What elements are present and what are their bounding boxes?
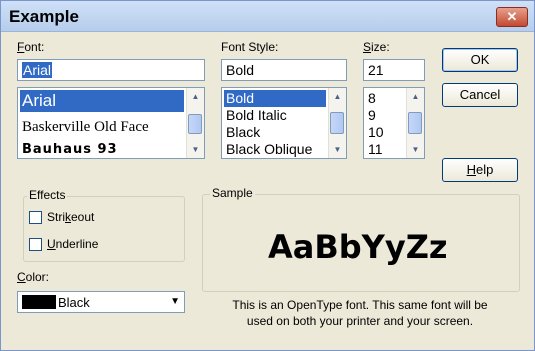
color-value: Black [58, 295, 90, 310]
strikeout-label[interactable]: Strikeout [47, 210, 94, 224]
font-style-list[interactable]: Bold Bold Italic Black Black Oblique ▲ ▼ [221, 87, 347, 159]
effects-title: Effects [27, 188, 68, 202]
list-item[interactable]: Bold [224, 90, 326, 107]
font-dialog: Example ✕ Font: Arial Arial Baskerville … [0, 0, 535, 351]
underline-checkbox[interactable] [29, 238, 42, 251]
color-label: Color: [17, 270, 50, 284]
size-label: Size: [363, 40, 390, 54]
list-item[interactable]: Bauhaus 93 [20, 140, 184, 158]
font-description: This is an OpenType font. This same font… [232, 298, 488, 328]
font-style-list-scrollbar[interactable]: ▲ ▼ [328, 88, 346, 158]
sample-title: Sample [210, 186, 255, 200]
sample-preview: AaBbYyZz [268, 228, 448, 266]
font-input[interactable]: Arial [17, 59, 205, 81]
list-item[interactable]: Black Oblique [224, 141, 326, 158]
scroll-up-icon[interactable]: ▲ [407, 88, 424, 105]
dialog-title: Example [9, 7, 79, 26]
cancel-button[interactable]: Cancel [442, 83, 518, 107]
strikeout-checkbox[interactable] [29, 211, 42, 224]
color-select[interactable]: Black ▼ [17, 291, 185, 313]
size-list[interactable]: 8 9 10 11 ▲ ▼ [363, 87, 425, 159]
list-item[interactable]: Bold Italic [224, 107, 326, 124]
scroll-thumb[interactable] [188, 114, 202, 134]
chevron-down-icon[interactable]: ▼ [170, 296, 180, 307]
size-input[interactable]: 21 [363, 59, 425, 81]
scroll-up-icon[interactable]: ▲ [187, 88, 204, 105]
help-button[interactable]: Help [442, 158, 518, 182]
list-item[interactable]: Black [224, 124, 326, 141]
list-item[interactable]: 10 [366, 124, 406, 141]
scroll-thumb[interactable] [408, 112, 422, 134]
font-style-input[interactable]: Bold [221, 59, 347, 81]
close-icon: ✕ [506, 9, 518, 24]
scroll-thumb[interactable] [330, 112, 344, 134]
scroll-up-icon[interactable]: ▲ [329, 88, 346, 105]
list-item[interactable]: 11 [366, 141, 406, 158]
list-item[interactable]: 9 [366, 107, 406, 124]
effects-group [23, 196, 185, 262]
scroll-down-icon[interactable]: ▼ [187, 141, 204, 158]
underline-label[interactable]: Underline [47, 237, 98, 251]
list-item[interactable]: Arial [20, 90, 184, 112]
title-bar: Example ✕ [1, 1, 534, 32]
font-list-scrollbar[interactable]: ▲ ▼ [186, 88, 204, 158]
ok-button[interactable]: OK [442, 48, 518, 72]
list-item[interactable]: Baskerville Old Face [20, 116, 184, 138]
font-style-label: Font Style: [221, 40, 279, 54]
scroll-down-icon[interactable]: ▼ [329, 141, 346, 158]
list-item[interactable]: 8 [366, 90, 406, 107]
color-swatch [22, 295, 56, 309]
scroll-down-icon[interactable]: ▼ [407, 141, 424, 158]
font-list[interactable]: Arial Baskerville Old Face Bauhaus 93 ▲ … [17, 87, 205, 159]
font-label: Font: [17, 40, 45, 54]
size-list-scrollbar[interactable]: ▲ ▼ [406, 88, 424, 158]
close-button[interactable]: ✕ [496, 7, 528, 27]
